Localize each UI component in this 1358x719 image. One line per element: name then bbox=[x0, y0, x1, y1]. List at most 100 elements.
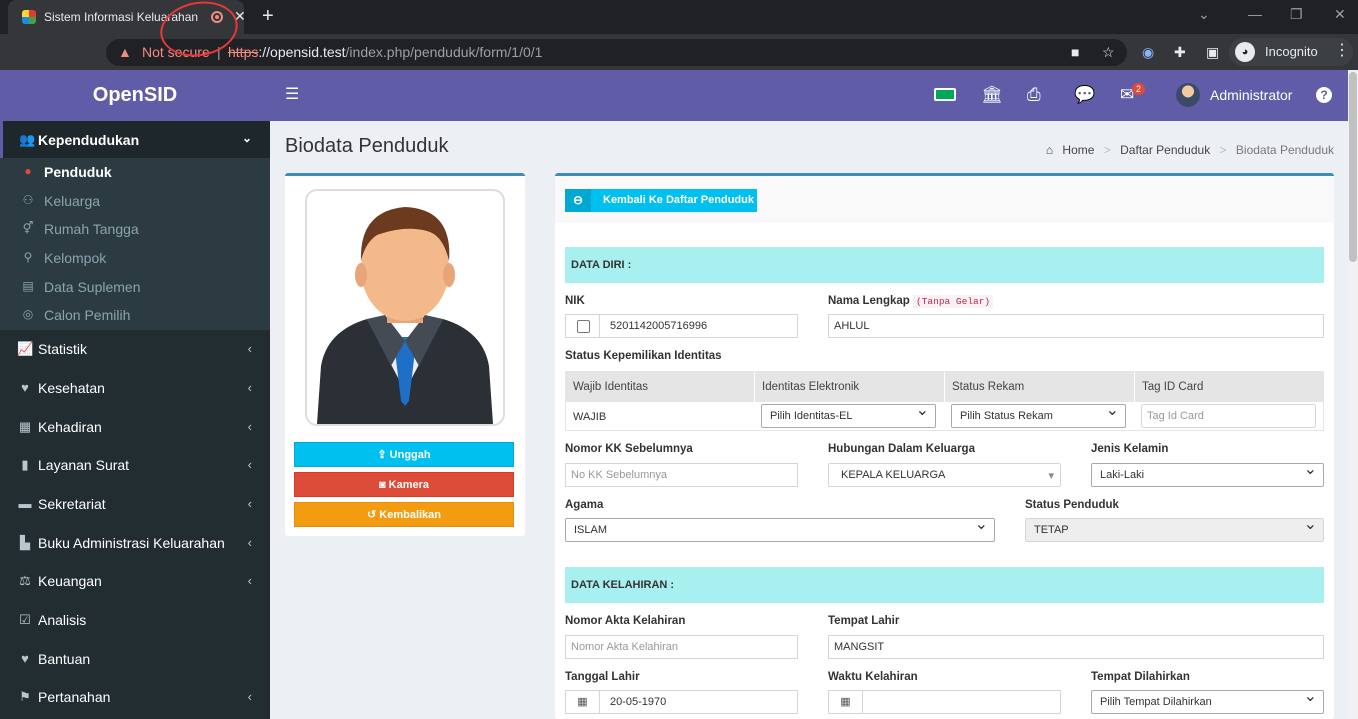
undo-icon: ↺ bbox=[366, 509, 380, 521]
sidebar-item-sekretariat[interactable]: ▬ Sekretariat ‹ bbox=[0, 485, 270, 524]
chat-icon[interactable]: 💬 bbox=[1074, 85, 1095, 105]
tag-id-card-input[interactable]: Tag Id Card bbox=[1141, 404, 1316, 428]
sidepanel-icon[interactable]: ▣ bbox=[1206, 44, 1219, 61]
home-icon: ⌂ bbox=[1045, 143, 1054, 157]
camera-icon: ◙ bbox=[378, 479, 389, 491]
user-name[interactable]: Administrator bbox=[1210, 87, 1292, 103]
sidebar-item-keuangan[interactable]: ⚖ Keuangan ‹ bbox=[0, 562, 270, 601]
scrollbar-thumb[interactable] bbox=[1349, 72, 1357, 262]
bank-icon[interactable]: 🏛 bbox=[981, 85, 1003, 105]
submenu: ● Penduduk ⚇ Keluarga ⚥ Rumah Tangga ⚲ Kelom… bbox=[0, 158, 270, 331]
submenu-item-data-suplemen[interactable]: ▤ Data Suplemen bbox=[0, 273, 270, 302]
sidebar-item-pertanahan[interactable]: ⚑ Pertanahan ‹ bbox=[0, 678, 270, 717]
waktu-kelahiran-label: Waktu Kelahiran bbox=[828, 671, 918, 683]
user-icon: ● bbox=[24, 164, 32, 178]
reset-photo-button[interactable]: ↺ Kembalikan bbox=[294, 502, 514, 527]
incognito-label: Incognito bbox=[1265, 44, 1318, 59]
nik-label: NIK bbox=[565, 295, 585, 307]
favicon-icon bbox=[22, 10, 36, 24]
status-kepemilikan-label: Status Kepemilikan Identitas bbox=[565, 350, 722, 362]
file-icon: ▙ bbox=[20, 534, 30, 550]
sidebar-item-label: Keuangan bbox=[38, 573, 102, 590]
tempat-lahir-input[interactable]: MANGSIT bbox=[828, 635, 1324, 659]
sidebar-item-statistik[interactable]: 📈 Statistik ‹ bbox=[0, 330, 270, 369]
nama-input[interactable]: AHLUL bbox=[828, 314, 1324, 338]
akta-input[interactable]: Nomor Akta Kelahiran bbox=[565, 635, 798, 659]
url-scheme: https bbox=[228, 44, 259, 60]
sidebar-item-label: Sekretariat bbox=[38, 495, 106, 512]
breadcrumb-separator: > bbox=[1103, 143, 1111, 157]
maximize-icon[interactable]: ❐ bbox=[1290, 6, 1303, 23]
window-close-icon[interactable]: ✕ bbox=[1334, 6, 1346, 23]
sidebar-item-kesehatan[interactable]: ♥ Kesehatan ‹ bbox=[0, 369, 270, 408]
star-icon[interactable]: ☆ bbox=[1102, 44, 1115, 61]
akta-label: Nomor Akta Kelahiran bbox=[565, 615, 686, 627]
breadcrumb-home[interactable]: Home bbox=[1062, 143, 1094, 157]
avatar[interactable] bbox=[1176, 83, 1200, 107]
camera-icon[interactable]: ■ bbox=[1071, 44, 1079, 60]
nik-input[interactable]: 5201142005716996 bbox=[599, 314, 798, 338]
nik-checkbox-addon bbox=[565, 314, 600, 338]
new-tab-icon[interactable]: + bbox=[262, 5, 274, 28]
agama-select[interactable]: ISLAM bbox=[565, 514, 995, 542]
submenu-label: Rumah Tangga bbox=[44, 221, 139, 238]
person-avatar-image bbox=[317, 207, 493, 424]
sidebar: OpenSID 👥 Kependudukan ⌄ ● Penduduk ⚇ Kelu… bbox=[0, 70, 270, 719]
photo-box: ⇪ Unggah ◙ Kamera ↺ Kembalikan bbox=[285, 173, 525, 536]
tanggal-lahir-input[interactable]: 20-05-1970 bbox=[599, 690, 798, 714]
tab-search-icon[interactable]: ⌄ bbox=[1198, 6, 1210, 23]
tempat-lahir-label: Tempat Lahir bbox=[828, 615, 900, 627]
sidebar-item-layanan-surat[interactable]: ▮ Layanan Surat ‹ bbox=[0, 446, 270, 485]
calendar-icon: ▦ bbox=[565, 690, 600, 714]
app-logo[interactable]: OpenSID bbox=[0, 70, 270, 121]
hubungan-select[interactable]: KEPALA KELUARGA bbox=[828, 463, 1061, 487]
jenis-kelamin-label: Jenis Kelamin bbox=[1091, 443, 1169, 455]
browser-menu-icon[interactable]: ⋮ bbox=[1334, 40, 1350, 60]
camera-label: Kamera bbox=[388, 479, 430, 491]
sidebar-item-kependudukan[interactable]: 👥 Kependudukan ⌄ bbox=[0, 121, 270, 158]
hamburger-icon[interactable]: ☰ bbox=[285, 84, 299, 104]
upload-button[interactable]: ⇪ Unggah bbox=[294, 442, 514, 467]
table-header: Identitas Elektronik bbox=[755, 372, 945, 402]
help-icon[interactable]: ? bbox=[1316, 87, 1332, 103]
identitas-el-select[interactable]: Pilih Identitas-EL bbox=[761, 400, 936, 428]
tempat-dilahirkan-select[interactable]: Pilih Tempat Dilahirkan bbox=[1091, 686, 1324, 714]
sidebar-item-analisis[interactable]: ☑ Analisis bbox=[0, 601, 270, 640]
puzzle-icon[interactable]: ✚ bbox=[1174, 44, 1186, 61]
chevron-left-icon: ‹ bbox=[247, 495, 252, 511]
map-signs-icon: ⚑ bbox=[19, 689, 31, 705]
submenu-label: Penduduk bbox=[44, 164, 112, 180]
print-icon[interactable]: ⎙ bbox=[1027, 85, 1041, 105]
chevron-left-icon: ‹ bbox=[247, 379, 252, 395]
users-icon: ⚇ bbox=[22, 192, 34, 207]
breadcrumb-daftar[interactable]: Daftar Penduduk bbox=[1120, 143, 1210, 157]
url-text[interactable]: https://opensid.test/index.php/penduduk/… bbox=[228, 44, 542, 60]
no-kk-input[interactable]: No KK Sebelumnya bbox=[565, 463, 798, 487]
chevron-left-icon: ‹ bbox=[247, 573, 252, 589]
top-navbar: ☰ 🏛 ⎙ 💬 ✉ 2 Administrator ? bbox=[270, 70, 1358, 121]
incognito-icon: ◕ bbox=[1235, 42, 1255, 62]
submenu-item-rumah-tangga[interactable]: ⚥ Rumah Tangga bbox=[0, 215, 270, 244]
back-to-list-button[interactable]: ⊖ Kembali Ke Daftar Penduduk bbox=[565, 189, 757, 212]
submenu-item-calon-pemilih[interactable]: ◎ Calon Pemilih bbox=[0, 301, 270, 330]
waktu-kelahiran-input[interactable] bbox=[862, 690, 1061, 714]
jenis-kelamin-select[interactable]: Laki-Laki bbox=[1091, 459, 1324, 487]
submenu-item-kelompok[interactable]: ⚲ Kelompok bbox=[0, 244, 270, 273]
submenu-item-keluarga[interactable]: ⚇ Keluarga bbox=[0, 187, 270, 216]
submenu-item-penduduk[interactable]: ● Penduduk bbox=[0, 158, 270, 187]
extension-icon[interactable]: ◉ bbox=[1142, 44, 1154, 61]
status-rekam-select[interactable]: Pilih Status Rekam bbox=[951, 400, 1126, 428]
minimize-icon[interactable]: — bbox=[1248, 6, 1262, 22]
camera-button[interactable]: ◙ Kamera bbox=[294, 472, 514, 497]
section-data-kelahiran: DATA KELAHIRAN : bbox=[565, 567, 1324, 603]
sidebar-item-kehadiran[interactable]: ▦ Kehadiran ‹ bbox=[0, 408, 270, 447]
no-kk-label: Nomor KK Sebelumnya bbox=[565, 443, 693, 455]
battery-icon[interactable] bbox=[934, 88, 956, 101]
nik-checkbox[interactable] bbox=[577, 320, 590, 333]
sidebar-item-buku-administrasi[interactable]: ▙ Buku Administrasi Keluarahan ‹ bbox=[0, 524, 270, 563]
page-scrollbar[interactable] bbox=[1348, 70, 1358, 719]
chevron-left-icon: ‹ bbox=[247, 457, 252, 473]
sidebar-item-bantuan[interactable]: ♥ Bantuan bbox=[0, 640, 270, 679]
arrow-circle-left-icon: ⊖ bbox=[565, 189, 591, 212]
upload-label: Unggah bbox=[389, 449, 431, 461]
